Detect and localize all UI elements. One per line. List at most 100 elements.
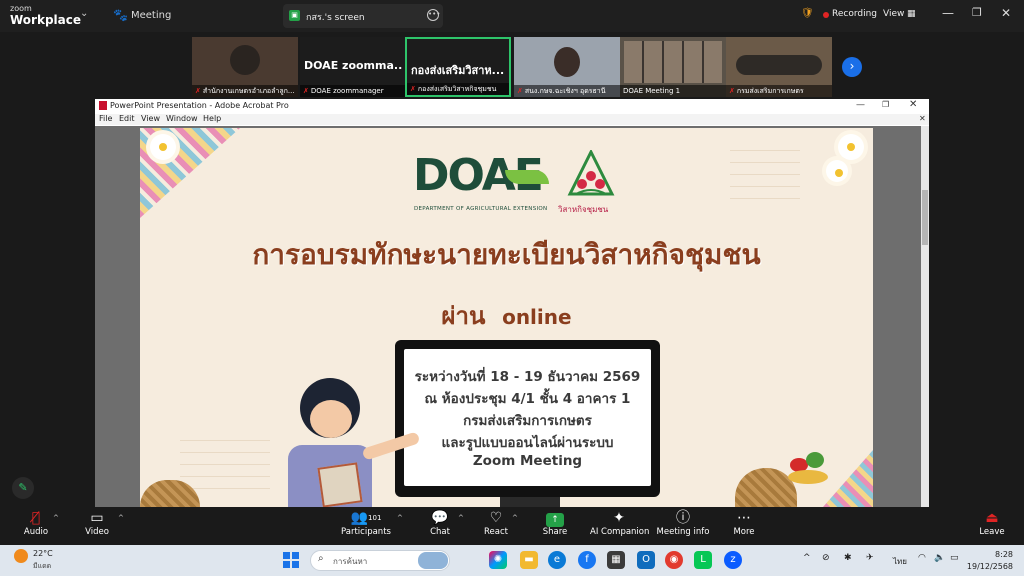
participants-options-caret-icon[interactable]: ^ bbox=[397, 514, 403, 522]
recording-label[interactable]: Recording bbox=[832, 9, 877, 19]
chevron-down-icon[interactable]: ⌄ bbox=[80, 8, 88, 19]
grid-icon[interactable]: ▦ bbox=[907, 9, 916, 19]
scrollbar-thumb[interactable] bbox=[922, 190, 928, 245]
security-icon[interactable]: ⊘ bbox=[822, 553, 830, 563]
mic-muted-icon: ✗ bbox=[303, 87, 309, 95]
leave-button[interactable]: ⏏ Leave bbox=[976, 509, 1008, 543]
meeting-label[interactable]: Meeting bbox=[131, 10, 171, 21]
participant-name: กรมส่งเสริมการเกษตร bbox=[736, 87, 804, 95]
view-button[interactable]: View bbox=[883, 9, 904, 19]
chevron-up-icon[interactable]: ^ bbox=[803, 553, 811, 563]
menu-window[interactable]: Window bbox=[166, 114, 198, 123]
chat-options-caret-icon[interactable]: ^ bbox=[458, 514, 464, 522]
video-options-caret-icon[interactable]: ^ bbox=[118, 514, 124, 522]
acrobat-icon bbox=[99, 101, 107, 110]
sparkle-icon: ✦ bbox=[613, 510, 625, 526]
react-options-caret-icon[interactable]: ^ bbox=[512, 514, 518, 522]
restore-icon[interactable]: ❐ bbox=[882, 100, 889, 109]
participant-name: DOAE zoommanager bbox=[310, 87, 384, 95]
search-placeholder: การค้นหา bbox=[333, 557, 368, 566]
clock-time[interactable]: 8:28 bbox=[964, 550, 1022, 559]
leaf-icon bbox=[505, 170, 549, 184]
doae-logo-subtitle: DEPARTMENT OF AGRICULTURAL EXTENSION bbox=[414, 206, 548, 212]
participant-name: กองส่งเสริมวิสาหกิจชุมชน bbox=[417, 85, 497, 93]
avatar bbox=[554, 47, 580, 77]
close-icon[interactable]: ✕ bbox=[1001, 6, 1011, 20]
wifi-icon[interactable]: ◠ bbox=[918, 553, 926, 563]
share-screen-icon: ▣ bbox=[289, 10, 300, 21]
network-icon[interactable]: ✈ bbox=[866, 553, 874, 563]
zoom-logo-small: zoom bbox=[10, 4, 32, 13]
character-face bbox=[310, 400, 352, 438]
mic-muted-icon: ✗ bbox=[195, 87, 201, 95]
outlook-icon[interactable]: O bbox=[637, 551, 655, 569]
participant-tile[interactable]: ✗ สนง.กษจ.ฉะเชิงฯ อุดรธานี bbox=[514, 37, 620, 97]
participant-name: สำนักงานเกษตรอำเภอลำลูก... bbox=[202, 87, 295, 95]
frangipani-flower-icon bbox=[838, 134, 864, 160]
shield-icon[interactable]: 🛡 bbox=[801, 8, 814, 19]
participant-tile[interactable]: DOAE zoomma... ✗ DOAE zoommanager bbox=[300, 37, 406, 97]
clock-date[interactable]: 19/12/2568 bbox=[964, 562, 1022, 571]
menu-view[interactable]: View bbox=[141, 114, 160, 123]
zoom-logo[interactable]: Workplace bbox=[10, 13, 81, 27]
vegetable-icon bbox=[806, 452, 824, 468]
mic-muted-icon: 🎙̸ bbox=[31, 510, 41, 526]
search-highlight-image[interactable] bbox=[418, 552, 448, 569]
annotate-pen-button[interactable]: ✎ bbox=[12, 477, 34, 499]
mic-muted-icon: ✗ bbox=[729, 87, 735, 95]
scrollbar[interactable] bbox=[921, 126, 929, 507]
volume-icon[interactable]: 🔈 bbox=[934, 553, 945, 563]
participant-tile-active[interactable]: กองส่งเสริมวิสาห... ✗ กองส่งเสริมวิสาหกิจ… bbox=[405, 37, 511, 97]
close-menu-icon[interactable]: ✕ bbox=[919, 114, 926, 123]
zoom-app-icon[interactable]: z bbox=[724, 551, 742, 569]
minimize-icon[interactable]: — bbox=[942, 6, 954, 20]
participant-name: DOAE Meeting 1 bbox=[623, 87, 681, 95]
battery-icon[interactable]: ▭ bbox=[950, 553, 959, 563]
minimize-icon[interactable]: — bbox=[856, 100, 865, 110]
community-enterprise-label: วิสาหกิจชุมชน bbox=[558, 205, 609, 214]
restore-icon[interactable]: ❐ bbox=[972, 6, 982, 19]
frangipani-flower-icon bbox=[150, 134, 176, 160]
meeting-info-button[interactable]: ⓘ Meeting info bbox=[656, 509, 710, 543]
ai-companion-button[interactable]: ✦ AI Companion bbox=[590, 509, 649, 543]
store-icon[interactable]: ▦ bbox=[607, 551, 625, 569]
windows-start-icon[interactable] bbox=[283, 552, 299, 568]
weather-sun-icon[interactable] bbox=[14, 549, 28, 563]
line-icon[interactable]: L bbox=[694, 551, 712, 569]
participant-display-name: กองส่งเสริมวิสาห... bbox=[411, 64, 505, 77]
more-button[interactable]: ⋯ More bbox=[729, 509, 759, 543]
video-button[interactable]: ▭ Video bbox=[80, 509, 114, 543]
leave-door-icon: ⏏ bbox=[985, 510, 999, 526]
event-organizer: กรมส่งเสริมการเกษตร bbox=[463, 413, 592, 429]
video-camera-icon: ▭ bbox=[90, 510, 104, 526]
screen-share-label: กสร.'s screen bbox=[306, 13, 365, 23]
input-language[interactable]: ไทย bbox=[893, 555, 907, 568]
copilot-icon[interactable]: ✺ bbox=[489, 551, 507, 569]
audio-button[interactable]: 🎙̸ Audio bbox=[18, 509, 54, 543]
participant-name: สนง.กษจ.ฉะเชิงฯ อุดรธานี bbox=[524, 87, 606, 95]
bluetooth-icon[interactable]: ✱ bbox=[844, 553, 852, 563]
edge-icon[interactable]: e bbox=[548, 551, 566, 569]
facebook-icon[interactable]: f bbox=[578, 551, 596, 569]
participants-button[interactable]: 👥101 Participants bbox=[340, 509, 392, 543]
close-icon[interactable]: ✕ bbox=[909, 99, 917, 110]
participant-tile[interactable]: ✗ กรมส่งเสริมการเกษตร bbox=[726, 37, 832, 97]
paw-icon: 🐾 bbox=[113, 8, 128, 22]
weather-temperature[interactable]: 22°C bbox=[33, 549, 53, 558]
participant-tile[interactable]: DOAE Meeting 1 bbox=[620, 37, 726, 97]
audio-options-caret-icon[interactable]: ^ bbox=[53, 514, 59, 522]
chat-button[interactable]: 💬 Chat bbox=[426, 509, 454, 543]
participants-icon: 👥101 bbox=[350, 510, 382, 526]
share-button[interactable]: ↑ Share bbox=[540, 509, 570, 543]
file-explorer-icon[interactable]: ▬ bbox=[520, 551, 538, 569]
react-button[interactable]: ♡ React bbox=[482, 509, 510, 543]
event-venue: ณ ห้องประชุม 4/1 ชั้น 4 อาคาร 1 bbox=[424, 391, 631, 407]
acrobat-title: PowerPoint Presentation - Adobe Acrobat … bbox=[110, 101, 289, 110]
chrome-icon[interactable]: ◉ bbox=[665, 551, 683, 569]
menu-file[interactable]: File bbox=[99, 114, 112, 123]
menu-help[interactable]: Help bbox=[203, 114, 221, 123]
participant-tile[interactable]: ✗ สำนักงานเกษตรอำเภอลำลูก... bbox=[192, 37, 298, 97]
menu-edit[interactable]: Edit bbox=[119, 114, 135, 123]
next-page-button[interactable]: › bbox=[842, 57, 862, 77]
more-options-icon[interactable]: ••• bbox=[427, 9, 440, 21]
